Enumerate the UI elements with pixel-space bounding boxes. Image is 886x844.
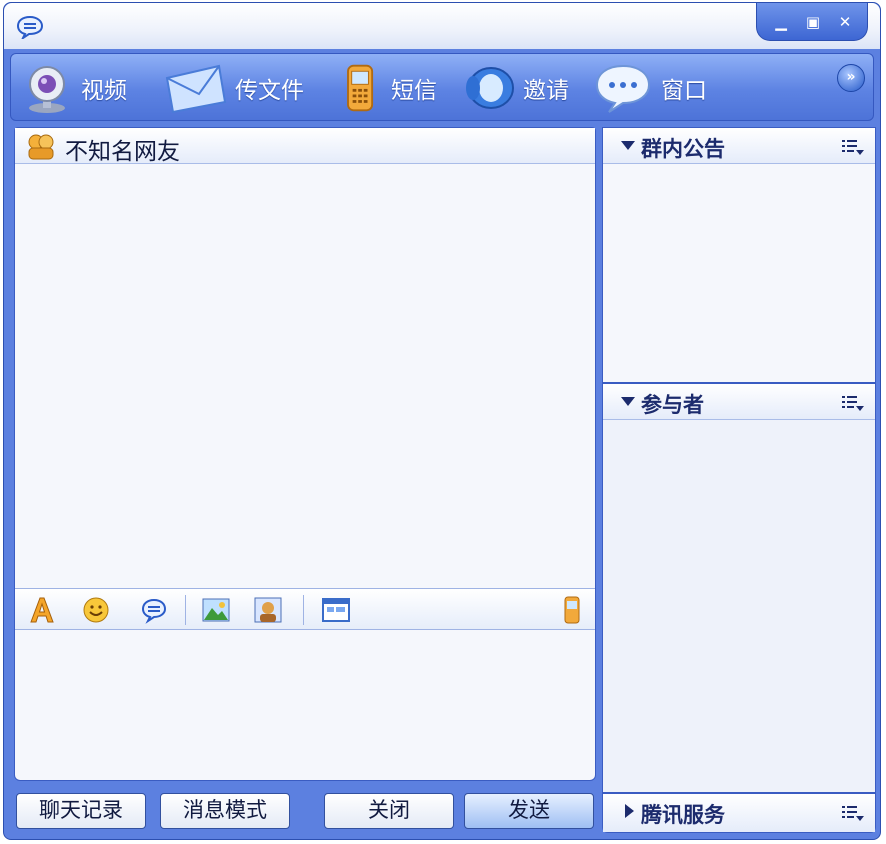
announcement-panel: 群内公告 — [602, 127, 876, 383]
chat-history-button[interactable]: 聊天记录 — [16, 793, 146, 829]
message-input[interactable] — [15, 630, 595, 780]
font-icon[interactable] — [27, 595, 57, 625]
chat-window: ▁ ▣ ✕ 视频 传文件 短信 邀请 窗口 » 不知名网友 群内公告 参与者 腾… — [3, 2, 881, 840]
title-bar[interactable]: ▁ ▣ ✕ — [4, 3, 880, 49]
window-controls: ▁ ▣ ✕ — [756, 3, 868, 41]
envelope-icon — [165, 64, 227, 114]
toolbar-sms-button[interactable]: 短信 — [339, 62, 437, 114]
mobile-icon[interactable] — [557, 595, 587, 625]
invite-icon — [466, 67, 514, 109]
toolbar-divider — [185, 595, 186, 625]
toolbar-video-button[interactable]: 视频 — [21, 62, 127, 114]
expand-arrow-icon — [625, 804, 634, 818]
emoji-icon[interactable] — [81, 595, 111, 625]
participants-header[interactable]: 参与者 — [603, 384, 875, 420]
close-button[interactable]: 关闭 — [324, 793, 454, 829]
close-icon[interactable]: ✕ — [835, 13, 855, 31]
format-toolbar — [15, 588, 595, 630]
message-mode-button[interactable]: 消息模式 — [160, 793, 290, 829]
list-menu-icon[interactable] — [841, 137, 865, 157]
participants-panel: 参与者 — [602, 383, 876, 793]
minimize-icon[interactable]: ▁ — [771, 13, 791, 31]
toolbar-label: 传文件 — [235, 78, 304, 104]
main-toolbar: 视频 传文件 短信 邀请 窗口 » — [10, 53, 874, 121]
expand-toolbar-icon[interactable]: » — [837, 64, 865, 92]
participants-title: 参与者 — [641, 393, 704, 417]
image-icon[interactable] — [201, 595, 231, 625]
friends-icon — [28, 134, 54, 160]
chat-header: 不知名网友 — [15, 128, 595, 165]
toolbar-window-button[interactable]: 窗口 — [593, 62, 707, 114]
services-title: 腾讯服务 — [641, 803, 725, 827]
toolbar-label: 窗口 — [661, 78, 707, 104]
list-menu-icon[interactable] — [841, 393, 865, 413]
toolbar-label: 邀请 — [523, 78, 569, 104]
toolbar-invite-button[interactable]: 邀请 — [463, 62, 569, 114]
message-history-area[interactable] — [15, 164, 595, 588]
webcam-icon — [29, 66, 65, 113]
collapse-arrow-icon — [621, 141, 635, 150]
avatar-icon[interactable] — [253, 595, 283, 625]
chat-panel: 不知名网友 — [14, 127, 596, 781]
toolbar-label: 短信 — [391, 78, 437, 104]
contact-name: 不知名网友 — [65, 139, 180, 165]
send-button[interactable]: 发送 — [464, 793, 594, 829]
message-icon[interactable] — [139, 595, 169, 625]
mobile-phone-icon — [347, 64, 374, 112]
announcement-title: 群内公告 — [641, 137, 725, 161]
toolbar-file-transfer-button[interactable]: 传文件 — [163, 62, 304, 114]
screenshot-icon[interactable] — [321, 595, 351, 625]
maximize-icon[interactable]: ▣ — [803, 13, 823, 31]
collapse-arrow-icon — [621, 397, 635, 406]
services-panel: 腾讯服务 — [602, 793, 876, 833]
chat-app-icon — [16, 15, 44, 39]
services-header[interactable]: 腾讯服务 — [603, 794, 875, 832]
toolbar-divider — [303, 595, 304, 625]
announcement-header[interactable]: 群内公告 — [603, 128, 875, 164]
list-menu-icon[interactable] — [841, 803, 865, 823]
speech-bubble-icon — [595, 64, 651, 113]
toolbar-label: 视频 — [81, 78, 127, 104]
